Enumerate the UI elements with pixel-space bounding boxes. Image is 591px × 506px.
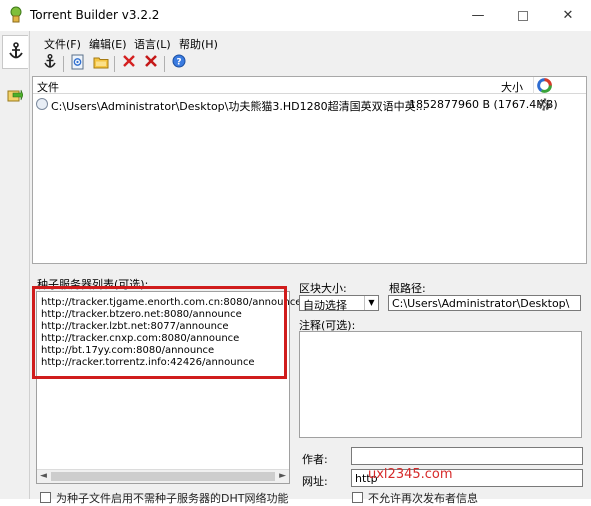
toolbar-separator bbox=[63, 56, 64, 72]
file-path: C:\Users\Administrator\Desktop\功夫熊猫3.HD1… bbox=[51, 100, 427, 113]
block-size-select[interactable]: 自动选择 ▼ bbox=[299, 295, 379, 312]
root-path-label: 根路径: bbox=[389, 282, 426, 295]
url-label: 网址: bbox=[302, 475, 328, 488]
help-button[interactable]: ? bbox=[169, 54, 189, 74]
menu-help[interactable]: 帮助(H) bbox=[179, 36, 218, 52]
add-folder-icon bbox=[93, 57, 109, 69]
root-path-value: C:\Users\Administrator\Desktop\ bbox=[392, 297, 570, 310]
add-file-icon bbox=[71, 54, 84, 70]
toolbar: ? bbox=[32, 53, 587, 75]
comment-textarea[interactable] bbox=[299, 331, 582, 438]
help-icon: ? bbox=[172, 54, 186, 68]
column-divider bbox=[533, 77, 534, 94]
column-header-file[interactable]: 文件 bbox=[37, 79, 59, 95]
menu-file[interactable]: 文件(F) bbox=[44, 36, 81, 52]
publisher-checkbox[interactable] bbox=[352, 492, 363, 503]
menu-bar: 文件(F) 编辑(E) 语言(L) 帮助(H) bbox=[32, 34, 587, 52]
title-bar: Torrent Builder v3.2.2 — ✕ bbox=[0, 0, 591, 31]
anchor-icon bbox=[44, 54, 56, 68]
publisher-checkbox-label: 不允许再次发布者信息 bbox=[368, 492, 478, 505]
tracker-list-label: 种子服务器列表(可选): bbox=[37, 278, 149, 291]
menu-language[interactable]: 语言(L) bbox=[134, 36, 171, 52]
remove-all-button[interactable] bbox=[141, 54, 161, 74]
app-window: Torrent Builder v3.2.2 — ✕ 文件(F) 编辑(E) 语… bbox=[0, 0, 591, 505]
scroll-thumb[interactable] bbox=[51, 472, 275, 481]
tab-build[interactable] bbox=[2, 35, 28, 69]
open-arrow-icon bbox=[7, 89, 24, 102]
remove-all-icon bbox=[145, 55, 157, 67]
close-button[interactable]: ✕ bbox=[545, 0, 591, 31]
close-icon: ✕ bbox=[562, 8, 574, 23]
app-logo-icon bbox=[10, 6, 22, 23]
scroll-right-icon[interactable]: ► bbox=[279, 471, 286, 481]
svg-text:?: ? bbox=[176, 58, 181, 68]
minimize-button[interactable]: — bbox=[455, 0, 501, 31]
maximize-button[interactable] bbox=[500, 0, 546, 31]
author-field[interactable] bbox=[351, 447, 583, 465]
file-size: 1852877960 B (1767.4MB) bbox=[409, 98, 558, 111]
status-column-icon[interactable] bbox=[536, 77, 553, 94]
column-header-size[interactable]: 大小 bbox=[501, 79, 523, 95]
tracker-list-textarea[interactable]: http://tracker.tjgame.enorth.com.cn:8080… bbox=[36, 291, 301, 484]
dht-checkbox-label: 为种子文件启用不需种子服务器的DHT网络功能 bbox=[56, 492, 289, 505]
watermark-text: uxl2345.com bbox=[368, 467, 453, 482]
add-file-button[interactable] bbox=[68, 54, 88, 74]
tab-open[interactable] bbox=[2, 79, 28, 113]
new-torrent-button[interactable] bbox=[40, 54, 60, 74]
dht-checkbox[interactable] bbox=[40, 492, 51, 503]
window-title: Torrent Builder v3.2.2 bbox=[30, 8, 160, 22]
root-path-field[interactable]: C:\Users\Administrator\Desktop\ bbox=[388, 295, 581, 311]
file-list-header: 文件 大小 bbox=[33, 77, 586, 94]
tracker-line: http://tracker.cnxp.com:8080/announce bbox=[41, 333, 240, 344]
block-size-label: 区块大小: bbox=[299, 282, 347, 295]
file-row[interactable]: C:\Users\Administrator\Desktop\功夫熊猫3.HD1… bbox=[33, 96, 586, 113]
side-tab-strip bbox=[0, 31, 30, 499]
file-list[interactable]: 文件 大小 C:\Users\Administrator\Desktop\功夫熊… bbox=[32, 76, 587, 264]
tracker-line: http://bt.17yy.com:8080/announce bbox=[41, 345, 215, 356]
toolbar-separator bbox=[114, 56, 115, 72]
maximize-icon bbox=[518, 10, 528, 21]
minimize-icon: — bbox=[471, 8, 485, 23]
tracker-line: http://tracker.btzero.net:8080/announce bbox=[41, 309, 242, 320]
remove-button[interactable] bbox=[119, 54, 139, 74]
anchor-icon bbox=[8, 42, 23, 59]
gear-status-icon bbox=[538, 98, 551, 111]
scroll-left-icon[interactable]: ◄ bbox=[40, 471, 47, 481]
block-size-value: 自动选择 bbox=[303, 299, 347, 312]
tracker-line: http://racker.torrentz.info:42426/announ… bbox=[41, 357, 255, 368]
tracker-line: http://tracker.lzbt.net:8077/announce bbox=[41, 321, 229, 332]
add-folder-button[interactable] bbox=[91, 54, 111, 74]
remove-icon bbox=[123, 55, 135, 67]
menu-edit[interactable]: 编辑(E) bbox=[89, 36, 127, 52]
file-icon bbox=[36, 98, 48, 110]
horizontal-scrollbar[interactable]: ◄ ► bbox=[37, 469, 289, 483]
author-label: 作者: bbox=[302, 453, 328, 466]
tracker-line: http://tracker.tjgame.enorth.com.cn:8080… bbox=[41, 297, 302, 308]
toolbar-separator bbox=[164, 56, 165, 72]
chevron-down-icon: ▼ bbox=[364, 296, 378, 310]
